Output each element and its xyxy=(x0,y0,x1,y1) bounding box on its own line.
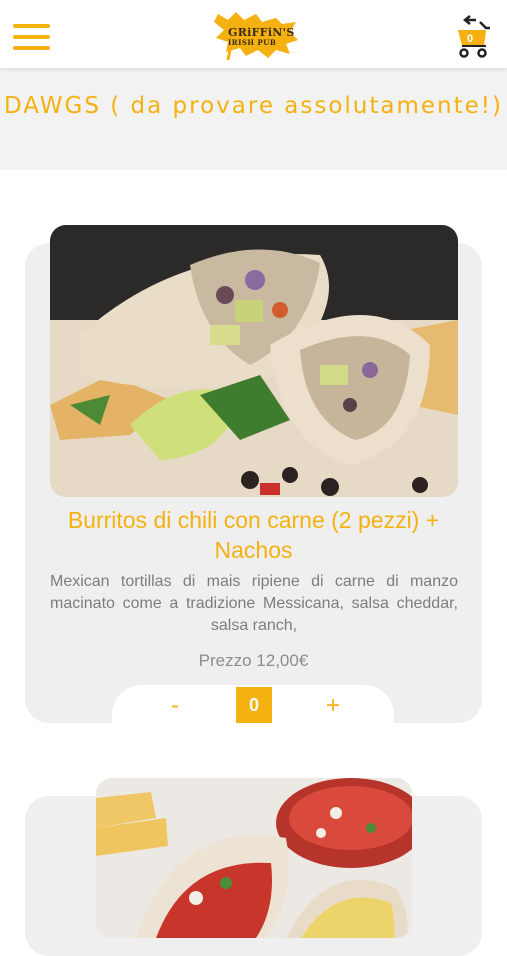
decrease-quantity-button[interactable]: - xyxy=(155,691,195,721)
logo-line2: IRISH PUB xyxy=(228,38,277,47)
cart-button[interactable]: 0 xyxy=(452,14,494,60)
burrito-image xyxy=(50,225,458,497)
category-title: DAWGS ( da provare assolutamente!) xyxy=(4,93,503,119)
burrito-image xyxy=(96,778,412,938)
increase-quantity-button[interactable]: + xyxy=(313,691,353,721)
cart-count-badge: 0 xyxy=(466,33,474,45)
hamburger-menu-icon[interactable] xyxy=(13,24,50,52)
quantity-stepper: - 0 + xyxy=(112,685,394,745)
category-header: DAWGS ( da provare assolutamente!) xyxy=(0,68,507,170)
app-header: GRiFFiN'S IRISH PUB 0 xyxy=(0,0,507,68)
item-photo[interactable] xyxy=(96,778,412,938)
item-price: Prezzo 12,00€ xyxy=(198,651,309,670)
griffins-logo[interactable]: GRiFFiN'S IRISH PUB xyxy=(210,10,300,61)
item-description: Mexican tortillas di mais ripiene di car… xyxy=(50,573,458,634)
item-photo[interactable] xyxy=(50,225,458,497)
item-title: Burritos di chili con carne (2 pezzi) + … xyxy=(67,507,440,563)
logo-text: GRiFFiN'S IRISH PUB xyxy=(228,27,295,48)
quantity-value: 0 xyxy=(236,687,272,723)
